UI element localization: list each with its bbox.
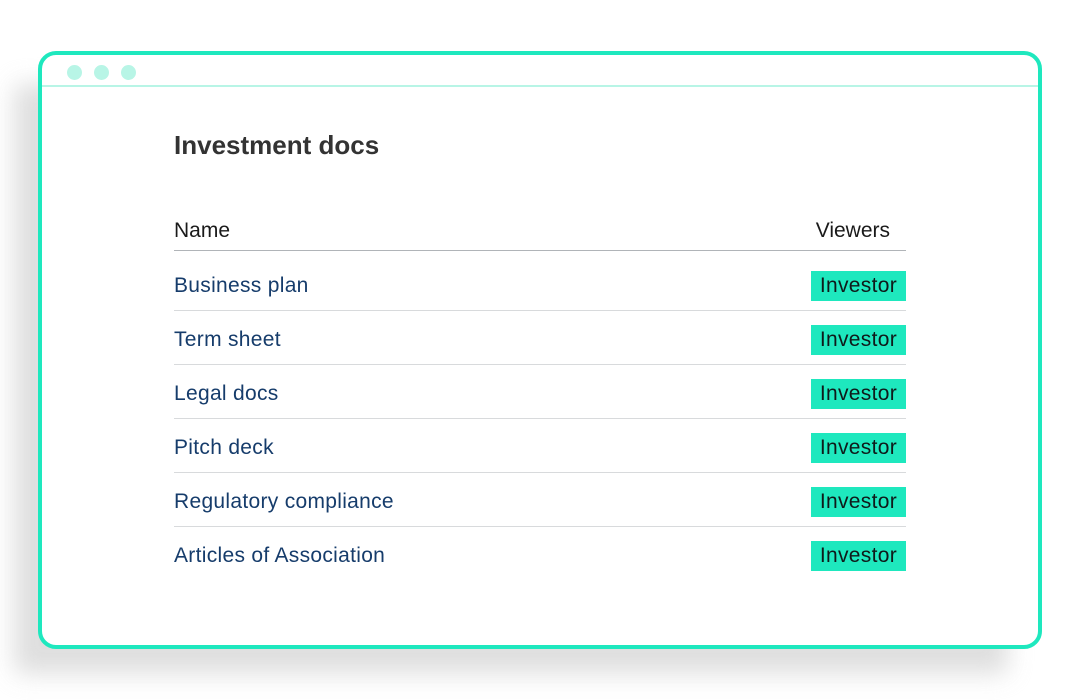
document-name-link[interactable]: Articles of Association xyxy=(174,544,385,568)
document-name-link[interactable]: Legal docs xyxy=(174,382,279,406)
table-header: Name Viewers xyxy=(174,215,906,251)
table-row[interactable]: Regulatory compliance Investor xyxy=(174,473,906,527)
table-row[interactable]: Articles of Association Investor xyxy=(174,527,906,581)
document-name-link[interactable]: Regulatory compliance xyxy=(174,490,394,514)
page-title: Investment docs xyxy=(174,130,380,160)
documents-table: Name Viewers Business plan Investor Term… xyxy=(174,215,906,581)
viewer-badge: Investor xyxy=(810,324,906,355)
table-row[interactable]: Business plan Investor xyxy=(174,257,906,311)
column-header-viewers: Viewers xyxy=(815,218,890,242)
app-window: Investment docs Name Viewers Business pl… xyxy=(38,51,1042,649)
title-bar xyxy=(42,55,1038,87)
window-dot-icon xyxy=(67,65,82,80)
main-content: Investment docs Name Viewers Business pl… xyxy=(174,125,908,581)
table-row[interactable]: Legal docs Investor xyxy=(174,365,906,419)
window-dot-icon xyxy=(121,65,136,80)
stage: Investment docs Name Viewers Business pl… xyxy=(0,0,1080,700)
table-body: Business plan Investor Term sheet Invest… xyxy=(174,251,906,581)
column-header-name: Name xyxy=(174,218,231,242)
document-name-link[interactable]: Pitch deck xyxy=(174,436,274,460)
table-row[interactable]: Term sheet Investor xyxy=(174,311,906,365)
viewer-badge: Investor xyxy=(810,270,906,301)
table-row[interactable]: Pitch deck Investor xyxy=(174,419,906,473)
document-name-link[interactable]: Business plan xyxy=(174,274,309,298)
window-dot-icon xyxy=(94,65,109,80)
viewer-badge: Investor xyxy=(810,486,906,517)
viewer-badge: Investor xyxy=(810,541,906,571)
viewer-badge: Investor xyxy=(810,378,906,409)
viewer-badge: Investor xyxy=(810,432,906,463)
document-name-link[interactable]: Term sheet xyxy=(174,328,281,352)
